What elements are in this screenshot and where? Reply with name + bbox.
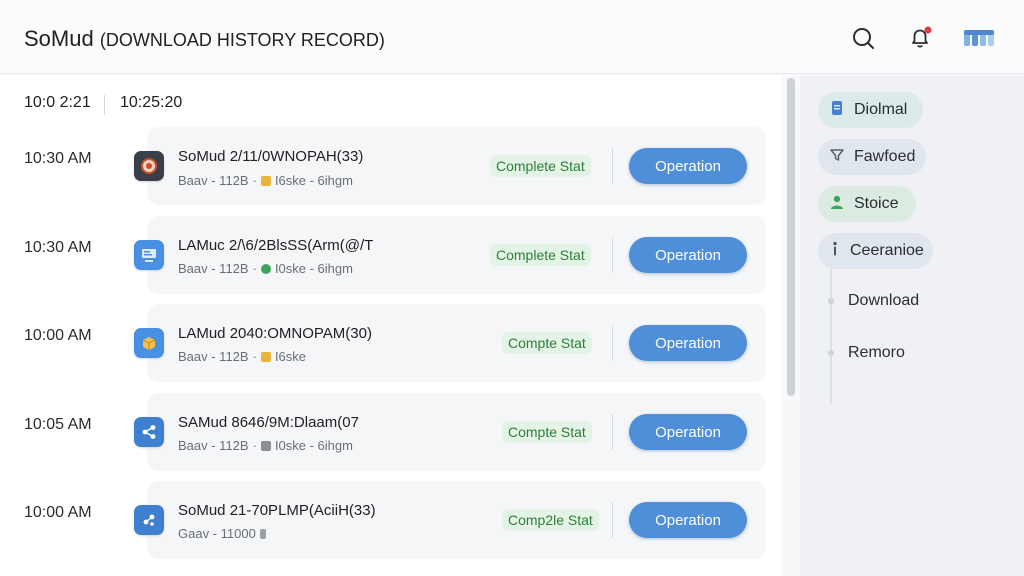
row-meta: Baav - 112B · I0ske - 6ihgm <box>178 438 353 453</box>
header-divider <box>104 95 105 115</box>
folder-icon <box>260 351 271 362</box>
operation-button[interactable]: Operation <box>629 325 747 361</box>
row-file-name: SoMud 2/11/0WNOPAH(33) <box>178 148 364 165</box>
row-time: 10:30 AM <box>24 150 92 167</box>
row-source: I0ske - 6ihgm <box>274 438 353 453</box>
row-size: Baav - 112B <box>178 173 249 188</box>
row-divider <box>612 148 613 184</box>
sidebar-chip-fawfoed[interactable]: Fawfoed <box>818 139 926 175</box>
header-time-b: 10:25:20 <box>120 94 183 111</box>
filter-icon <box>828 146 846 169</box>
monitor-app-icon <box>134 240 164 270</box>
operation-button[interactable]: Operation <box>629 148 747 184</box>
users-icon <box>828 193 846 216</box>
network-app-icon <box>134 505 164 535</box>
row-meta: Gaav - 11000 <box>178 526 266 541</box>
row-meta: Baav - 112B · I6ske - 6ihgm <box>178 173 353 188</box>
row-meta: Baav - 112B · I6ske <box>178 349 307 364</box>
row-size: Gaav - 11000 <box>178 526 256 541</box>
status-badge: Complete Stat <box>490 155 591 177</box>
package-app-icon <box>134 328 164 358</box>
app-brand: SoMud <box>24 26 94 51</box>
row-time: 10:00 AM <box>24 327 92 344</box>
settings-app-icon <box>134 151 164 181</box>
row-file-name: LAMud 2040:OMNOPAM(30) <box>178 325 372 342</box>
page-subtitle: (DOWNLOAD HISTORY RECORD) <box>99 30 385 50</box>
row-meta: Baav - 112B · I0ske - 6ihgm <box>178 261 353 276</box>
sidebar-item-remoro[interactable]: Remoro <box>848 344 905 362</box>
row-source: I6ske - 6ihgm <box>274 173 353 188</box>
scrollbar-thumb[interactable] <box>787 78 795 396</box>
sidebar-item-download[interactable]: Download <box>848 292 919 310</box>
app-window: SoMud (DOWNLOAD HISTORY RECORD) 10:0 2:2… <box>0 0 1024 576</box>
check-circle-icon <box>260 263 271 274</box>
sidebar-chip-label: Stoice <box>854 195 899 212</box>
sidebar-chip-stoice[interactable]: Stoice <box>818 186 916 222</box>
row-divider <box>612 325 613 361</box>
tree-node-dot <box>828 298 834 304</box>
tree-connector <box>830 268 832 404</box>
operation-button[interactable]: Operation <box>629 414 747 450</box>
operation-button[interactable]: Operation <box>629 237 747 273</box>
row-divider <box>612 414 613 450</box>
info-icon <box>828 240 842 263</box>
sidebar-chip-ceeranioe[interactable]: Ceeranioe <box>818 233 933 269</box>
row-size: Baav - 112B <box>178 438 249 453</box>
bell-icon[interactable] <box>906 24 934 52</box>
row-file-name: SoMud 21-70PLMP(AciiH(33) <box>178 502 376 519</box>
status-badge: Complete Stat <box>490 244 591 266</box>
sidebar-chip-label: Diolmal <box>854 101 908 118</box>
top-bar: SoMud (DOWNLOAD HISTORY RECORD) <box>0 0 1024 74</box>
row-divider <box>612 237 613 273</box>
operation-button[interactable]: Operation <box>629 502 747 538</box>
row-size: Baav - 112B <box>178 349 249 364</box>
status-badge: Comp2le Stat <box>502 509 599 531</box>
tree-node-dot <box>828 350 834 356</box>
logo-icon[interactable] <box>960 24 1000 52</box>
tag-icon <box>259 528 266 539</box>
sidebar-chip-label: Ceeranioe <box>850 242 924 259</box>
row-file-name: LAMuc 2/\6/2BlsSS(Arm(@/T <box>178 237 374 254</box>
row-file-name: SAMud 8646/9M:Dlaam(07 <box>178 414 359 431</box>
sidebar-chip-label: Fawfoed <box>854 148 916 165</box>
status-badge: Compte Stat <box>502 332 592 354</box>
folder-icon <box>260 175 271 186</box>
share-app-icon <box>134 417 164 447</box>
row-time: 10:30 AM <box>24 239 92 256</box>
row-source: I0ske - 6ihgm <box>274 261 353 276</box>
row-size: Baav - 112B <box>178 261 249 276</box>
row-divider <box>612 502 613 538</box>
header-time-a: 10:0 2:21 <box>24 94 91 111</box>
search-icon[interactable] <box>849 24 877 52</box>
row-time: 10:00 AM <box>24 504 92 521</box>
drive-icon <box>260 440 271 451</box>
page-title: SoMud (DOWNLOAD HISTORY RECORD) <box>24 26 385 52</box>
status-badge: Compte Stat <box>502 421 592 443</box>
sidebar-chip-diolmal[interactable]: Diolmal <box>818 92 923 128</box>
row-time: 10:05 AM <box>24 416 92 433</box>
row-source: I6ske <box>274 349 307 364</box>
document-icon <box>828 99 846 122</box>
